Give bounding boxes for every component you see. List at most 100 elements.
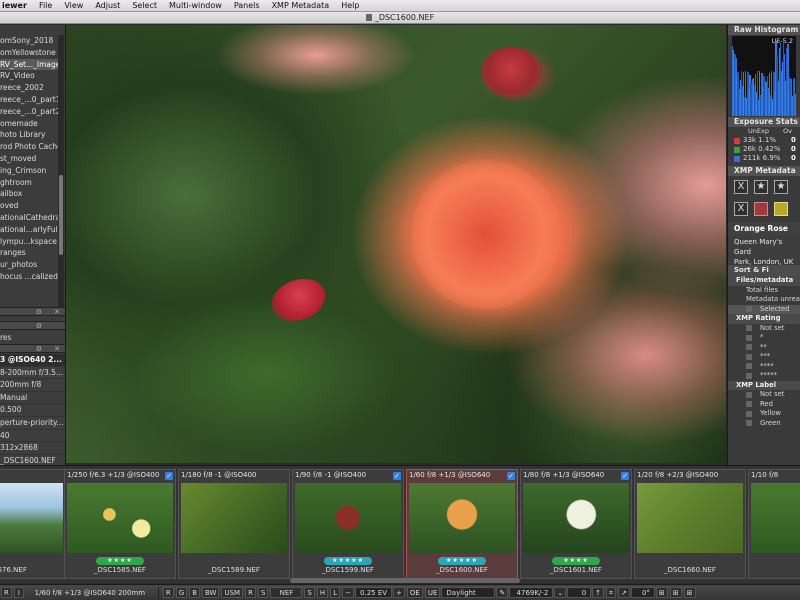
filmstrip-thumbnail[interactable]: 1/20 f/8 +2/3 @ISO400 _DSC1660.NEF (634, 469, 746, 579)
folder-scrollbar-thumb[interactable] (59, 175, 63, 255)
grid-9-icon[interactable]: ⊞ (669, 587, 682, 598)
menu-file[interactable]: File (33, 1, 58, 10)
filmstrip-scrollbar[interactable] (290, 578, 520, 583)
chevron-down-icon[interactable]: ⌄ (554, 587, 567, 598)
eyedropper-icon[interactable]: ✎ (496, 587, 509, 598)
underexposure-button[interactable]: UE (424, 587, 441, 598)
tree-group[interactable]: XMP Label (728, 380, 800, 390)
checkbox[interactable] (746, 401, 752, 407)
tree-item[interactable]: Not set (728, 390, 800, 400)
tree-item[interactable]: Yellow (728, 409, 800, 419)
color-temperature-field[interactable]: 4769K/-2 (509, 587, 554, 598)
checkbox[interactable] (746, 334, 752, 341)
filmstrip-thumbnail[interactable]: 1/10 f/8 (748, 469, 800, 579)
reject-button[interactable]: X (734, 180, 748, 194)
checkmark-icon[interactable]: ✓ (165, 472, 173, 480)
filmstrip-thumbnail[interactable]: 1/80 f/8 +1/3 @ISO640 ✓ ★★★★ _DSC1601.NEF (520, 469, 632, 579)
tree-item[interactable]: *** (728, 352, 800, 362)
histogram-title[interactable]: Raw Histogram (728, 25, 800, 35)
grid-list-icon[interactable]: ⊞ (683, 587, 696, 598)
tree-item[interactable]: ** (728, 343, 800, 353)
yellow-label-button[interactable] (774, 202, 788, 216)
menu-app-name[interactable]: iewer (0, 1, 33, 10)
clear-label-button[interactable]: X (734, 202, 748, 216)
channel-bw-button[interactable]: BW (202, 587, 220, 598)
folder-item[interactable]: hocus ...calized (0, 271, 58, 283)
star-rating-button[interactable]: ★ (754, 180, 768, 194)
folder-scrollbar[interactable] (58, 35, 64, 315)
lights-button[interactable]: L (330, 587, 341, 598)
ev-increase-button[interactable]: + (393, 587, 405, 598)
checkbox[interactable] (746, 372, 752, 379)
close-icon[interactable]: ✕ (54, 345, 60, 353)
main-image-view[interactable] (66, 25, 726, 463)
folder-item[interactable]: reece_2002 (0, 82, 58, 94)
usm-button[interactable]: USM (221, 587, 244, 598)
rotation-field[interactable]: 0 (567, 587, 592, 598)
folder-item[interactable]: RV_Set..._Image (0, 58, 58, 71)
checkbox[interactable] (746, 344, 752, 350)
tree-item[interactable]: * (728, 333, 800, 343)
folder-item[interactable]: omemade (0, 118, 58, 130)
checkbox[interactable] (746, 410, 752, 417)
ev-field[interactable]: 0.25 EV (355, 587, 393, 598)
s-button[interactable]: S (257, 587, 269, 598)
grid-4-icon[interactable]: ⊞ (655, 587, 668, 598)
crop-icon[interactable]: ⌗ (606, 587, 617, 598)
r-button[interactable]: R (245, 587, 256, 598)
tree-item[interactable]: **** (728, 362, 800, 372)
filmstrip-thumbnail[interactable]: 1/180 f/8 -1 @ISO400 _DSC1589.NEF (178, 469, 290, 579)
rotate-button[interactable]: R (1, 587, 12, 598)
folder-item[interactable]: omYellowstone (0, 47, 58, 59)
tree-item[interactable]: Red (728, 400, 800, 410)
tree-group[interactable]: XMP Rating (728, 314, 800, 324)
folder-item[interactable]: st_moved (0, 153, 58, 165)
image-title[interactable]: Orange Rose (728, 222, 800, 235)
star-rating-button[interactable]: ★ (774, 180, 788, 194)
channel-green-button[interactable]: G (175, 587, 188, 598)
highlights-button[interactable]: H (316, 587, 329, 598)
straighten-icon[interactable]: ↗ (618, 587, 630, 598)
filmstrip-thumbnail[interactable]: ISO200 1576.NEF (0, 469, 66, 579)
checkbox[interactable] (746, 325, 752, 331)
arrow-up-icon[interactable]: ↑ (592, 587, 605, 598)
shadows-button[interactable]: S (304, 587, 315, 598)
ev-decrease-button[interactable]: − (342, 587, 355, 598)
tree-item[interactable]: Not set (728, 324, 800, 334)
folder-item[interactable]: ationalCathedral (0, 212, 58, 224)
checkbox[interactable] (746, 353, 752, 360)
folder-item[interactable]: RV_Video (0, 70, 58, 82)
filmstrip-thumbnail[interactable]: 1/90 f/8 -1 @ISO400 ✓ ★★★★★ _DSC1599.NEF (292, 469, 404, 579)
exposure-stats-title[interactable]: Exposure Stats (728, 117, 800, 127)
channel-blue-button[interactable]: B (189, 587, 200, 598)
folder-item[interactable]: lympu...kspace (0, 236, 58, 248)
channel-red-button[interactable]: R (162, 587, 174, 598)
tree-item[interactable]: Metadata unread (728, 295, 800, 305)
menu-multi-window[interactable]: Multi-window (163, 1, 228, 10)
tree-item[interactable]: Selected (728, 304, 800, 314)
checkmark-icon[interactable]: ✓ (393, 472, 401, 480)
folder-item[interactable]: ur_photos (0, 259, 58, 271)
close-icon[interactable]: ✕ (54, 308, 60, 316)
checkmark-icon[interactable]: ✓ (621, 472, 629, 480)
folder-item[interactable]: ailbox (0, 188, 58, 200)
checkmark-icon[interactable]: ✓ (507, 472, 515, 480)
checkbox[interactable] (746, 391, 752, 398)
gear-icon[interactable]: ⚙ (36, 308, 42, 316)
nef-button[interactable]: NEF (270, 587, 303, 598)
menu-help[interactable]: Help (335, 1, 365, 10)
angle-field[interactable]: 0° (630, 587, 655, 598)
menu-xmp-metadata[interactable]: XMP Metadata (266, 1, 336, 10)
folder-item[interactable]: rod Photo Cache (0, 141, 58, 153)
tree-item[interactable]: Green (728, 419, 800, 429)
xmp-metadata-title[interactable]: XMP Metadata (728, 166, 800, 176)
red-label-button[interactable] (754, 202, 768, 216)
folder-item[interactable]: ational...arlyFull (0, 224, 58, 236)
filmstrip-thumbnail[interactable]: 1/60 f/8 +1/3 @ISO640 ✓ ★★★★★ _DSC1600.NEF (406, 469, 518, 579)
folder-item[interactable]: hoto Library (0, 129, 58, 141)
filmstrip-thumbnail[interactable]: 1/250 f/6.3 +1/3 @ISO400 ✓ ★★★★ _DSC1585.NE… (64, 469, 176, 579)
folder-item[interactable]: oved (0, 200, 58, 212)
checkbox[interactable] (746, 363, 752, 369)
gear-icon[interactable]: ⚙ (36, 322, 42, 330)
tree-item[interactable]: Total files (728, 286, 800, 296)
